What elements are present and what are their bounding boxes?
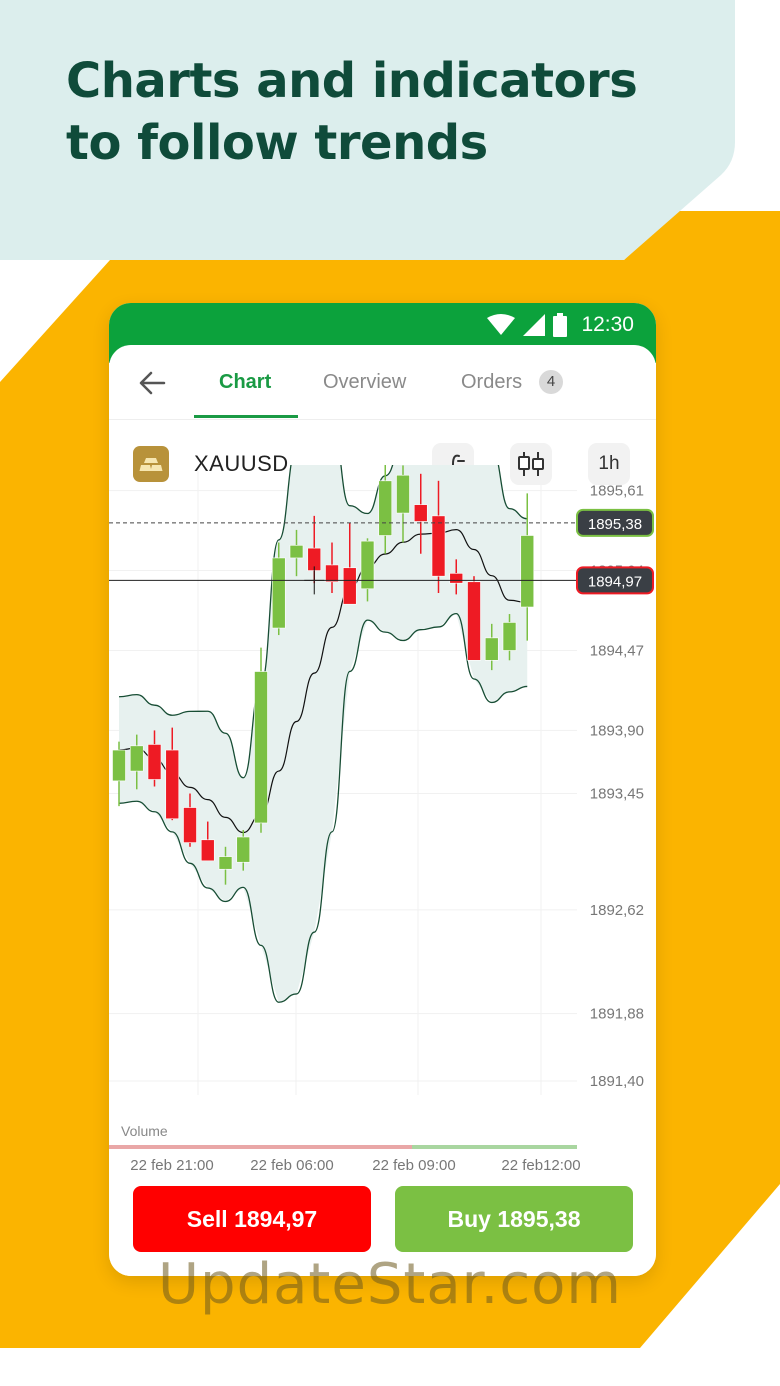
- sell-button[interactable]: Sell 1894,97: [133, 1186, 371, 1252]
- candle-body: [502, 622, 517, 651]
- candle-body: [520, 535, 535, 608]
- ask-price-label: 1895,38: [588, 516, 642, 533]
- tab-bar: Chart Overview Orders 4: [109, 345, 656, 420]
- page-headline: Charts and indicators to follow trends: [66, 50, 638, 174]
- watermark: UpdateStar.com: [158, 1252, 622, 1317]
- price-chart[interactable]: 1895,611895,041894,471893,901893,451892,…: [109, 465, 656, 1185]
- candle-body: [165, 749, 180, 820]
- candle-body: [467, 581, 481, 661]
- candle-body: [413, 504, 428, 522]
- tab-overview[interactable]: Overview: [323, 371, 406, 394]
- time-axis-label: 22 feb12:00: [501, 1157, 580, 1174]
- price-axis-label: 1891,40: [590, 1073, 644, 1090]
- candle-body: [289, 545, 304, 559]
- active-tab-indicator: [194, 415, 298, 418]
- price-axis-label: 1892,62: [590, 902, 644, 919]
- bid-price-label: 1894,97: [588, 573, 642, 590]
- price-axis-label: 1891,88: [590, 1006, 644, 1023]
- app-screen: Chart Overview Orders 4 XAUUSD 1h 1895,6…: [109, 345, 656, 1276]
- status-time: 12:30: [581, 313, 634, 336]
- volume-bar-buy: [412, 1145, 577, 1149]
- time-axis-label: 22 feb 06:00: [250, 1157, 333, 1174]
- phone-mockup: 12:30 Chart Overview Orders 4 XAUUSD 1h …: [109, 303, 656, 1276]
- candle-body: [200, 839, 215, 862]
- battery-icon: [553, 313, 568, 337]
- candle-body: [342, 567, 357, 605]
- buy-button[interactable]: Buy 1895,38: [395, 1186, 633, 1252]
- back-arrow-icon[interactable]: [136, 367, 168, 399]
- tab-chart[interactable]: Chart: [219, 371, 271, 394]
- signal-icon: [523, 314, 546, 336]
- candle-body: [271, 557, 286, 629]
- candle-body: [183, 807, 197, 843]
- candle-body: [325, 564, 339, 583]
- time-axis-label: 22 feb 21:00: [130, 1157, 213, 1174]
- candle-body: [449, 573, 464, 584]
- orders-count-badge: 4: [539, 370, 563, 394]
- candle-body: [396, 474, 410, 514]
- tab-orders[interactable]: Orders: [461, 371, 522, 394]
- headline-line-1: Charts and indicators: [66, 53, 638, 109]
- candle-body: [218, 856, 233, 870]
- candle-body: [147, 744, 162, 780]
- candle-body: [378, 480, 393, 536]
- volume-bar-sell: [109, 1145, 412, 1149]
- time-axis-label: 22 feb 09:00: [372, 1157, 455, 1174]
- price-axis-label: 1894,47: [590, 642, 644, 659]
- candle-body: [484, 637, 499, 661]
- wifi-icon: [487, 314, 516, 335]
- candle-body: [129, 745, 144, 772]
- price-axis-label: 1895,61: [590, 483, 644, 500]
- volume-label: Volume: [121, 1123, 168, 1139]
- price-axis-label: 1893,45: [590, 786, 644, 803]
- candle-body: [236, 836, 251, 863]
- price-axis-label: 1893,90: [590, 722, 644, 739]
- candle-body: [431, 515, 446, 577]
- candle-body: [360, 540, 375, 590]
- bollinger-band-area: [119, 465, 528, 1003]
- candle-body: [254, 671, 268, 824]
- headline-line-2: to follow trends: [66, 115, 488, 171]
- candle-body: [112, 749, 126, 782]
